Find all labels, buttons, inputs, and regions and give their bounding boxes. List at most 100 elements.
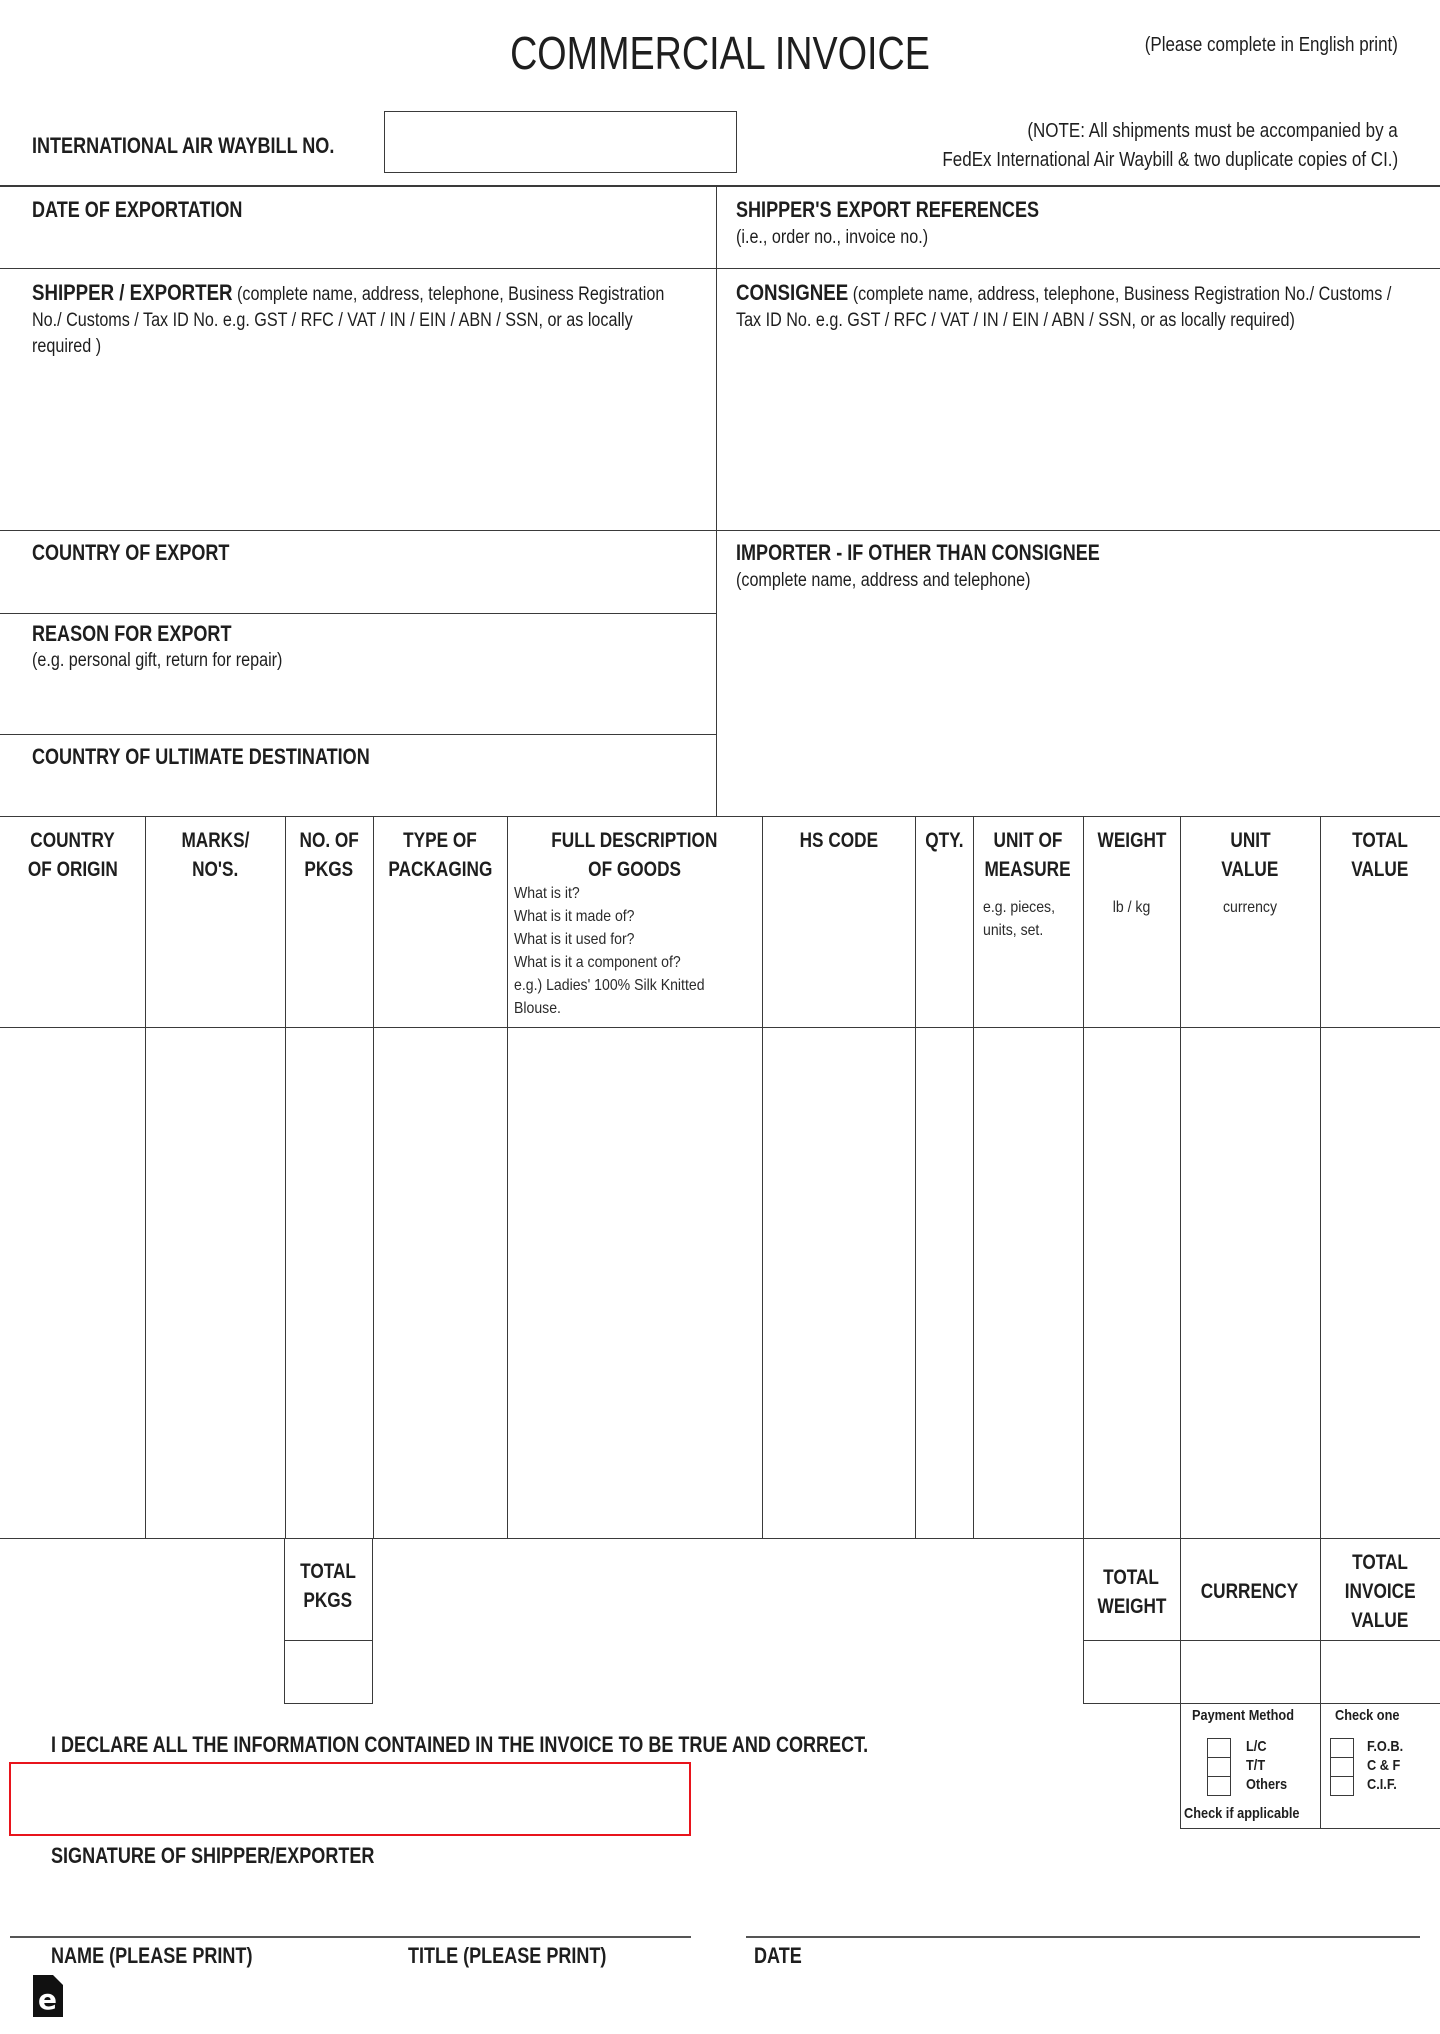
divider [1320,1538,1321,1704]
column-input[interactable] [2,1029,144,1537]
column-header-line1: WEIGHT [1097,829,1166,852]
column-header: TYPE OF PACKAGING [373,826,507,884]
column-header-line1: QTY. [924,829,964,852]
terms-cf-label: C & F [1367,1757,1401,1774]
terms-fob-label: F.O.B. [1367,1738,1404,1755]
terms-cf-checkbox[interactable] [1330,1757,1354,1777]
payment-tt-checkbox[interactable] [1207,1757,1231,1777]
total-weight-label-line1: TOTAL [1103,1566,1160,1589]
declaration-text: I DECLARE ALL THE INFORMATION CONTAINED … [51,1732,869,1757]
column-input[interactable] [975,1029,1082,1537]
currency-header: CURRENCY [1180,1538,1321,1641]
terms-cif-checkbox[interactable] [1330,1776,1354,1796]
column-input[interactable] [764,1029,914,1537]
total-invoice-value-line1: TOTAL [1352,1551,1408,1574]
column-divider [1083,816,1084,1538]
column-divider [973,816,974,1538]
column-input[interactable] [1085,1029,1179,1537]
waybill-note-line2: FedEx International Air Waybill & two du… [942,149,1398,171]
column-header-line2: PKGS [304,858,354,881]
reason-for-export-hint: (e.g. personal gift, return for repair) [32,650,283,671]
currency-label: CURRENCY [1201,1580,1299,1603]
country-of-export-field[interactable]: COUNTRY OF EXPORT [0,532,715,612]
name-title-signature-line [10,1936,691,1938]
country-of-destination-field[interactable]: COUNTRY OF ULTIMATE DESTINATION [0,736,715,815]
consignee-description: CONSIGNEE (complete name, address, telep… [736,280,1399,334]
total-pkgs-label-line2: PKGS [303,1589,353,1612]
column-header-line1: HS CODE [799,829,878,852]
column-divider [507,816,508,1538]
shipper-export-references-hint: (i.e., order no., invoice no.) [736,227,929,248]
shipper-exporter-field[interactable]: SHIPPER / EXPORTER (complete name, addre… [0,270,715,529]
page-title: COMMERCIAL INVOICE [510,27,930,79]
payment-others-checkbox[interactable] [1207,1776,1231,1796]
column-header: COUNTRY OF ORIGIN [0,826,145,884]
column-input[interactable] [1322,1029,1439,1537]
column-input[interactable] [375,1029,506,1537]
consignee-field[interactable]: CONSIGNEE (complete name, address, telep… [718,270,1440,529]
table-top-border [0,816,1440,817]
column-header: TOTAL VALUE [1320,826,1440,884]
column-header: WEIGHT [1083,826,1180,884]
payment-others-label: Others [1246,1776,1288,1793]
column-divider [1180,816,1181,1538]
reason-for-export-field[interactable]: REASON FOR EXPORT (e.g. personal gift, r… [0,615,715,733]
column-hint: currency [1180,896,1320,919]
name-input[interactable] [10,1880,350,1934]
english-print-instruction: (Please complete in English print) [1144,34,1398,56]
total-pkgs-label-line1: TOTAL [300,1560,356,1583]
divider [0,268,1440,269]
date-signature-line [746,1936,1420,1938]
payment-lc-checkbox[interactable] [1207,1738,1231,1758]
title-input[interactable] [355,1880,691,1934]
terms-fob-checkbox[interactable] [1330,1738,1354,1758]
divider [0,734,716,735]
waybill-input[interactable] [384,111,737,173]
column-header-line2: OF ORIGIN [27,858,118,881]
terms-cif-label: C.I.F. [1367,1776,1397,1793]
payment-terms-title: Check one [1335,1707,1400,1724]
column-input[interactable] [147,1029,284,1537]
column-header-line2: PACKAGING [388,858,492,881]
column-hint-line: What is it made of? [514,908,635,925]
column-hint-line: What is it a component of? [514,954,681,971]
column-hint-line: currency [1222,899,1277,916]
column-header: NO. OF PKGS [285,826,373,884]
signature-input[interactable] [9,1762,691,1836]
consignee-label: CONSIGNEE [736,280,849,305]
total-pkgs-header: TOTAL PKGS [284,1538,373,1641]
shipper-export-references-field[interactable]: SHIPPER'S EXPORT REFERENCES (i.e., order… [718,187,1440,267]
column-header: MARKS/NO'S. [145,826,285,884]
currency-input[interactable] [1180,1640,1321,1704]
column-input[interactable] [1182,1029,1319,1537]
total-weight-input[interactable] [1083,1640,1181,1704]
column-header-line1: FULL DESCRIPTION [551,829,718,852]
date-input[interactable] [746,1880,1420,1934]
column-header-line1: TYPE OF [403,829,477,852]
column-header-line1: MARKS/ [181,829,249,852]
country-of-destination-label: COUNTRY OF ULTIMATE DESTINATION [32,744,370,769]
column-input[interactable] [917,1029,972,1537]
payment-method-footer: Check if applicable [1184,1805,1300,1822]
column-divider [373,816,374,1538]
name-label: NAME (PLEASE PRINT) [51,1943,253,1968]
total-weight-label-line2: WEIGHT [1097,1595,1166,1618]
column-hint: lb / kg [1083,896,1180,919]
column-input[interactable] [287,1029,372,1537]
payment-lc-label: L/C [1246,1738,1267,1755]
waybill-note-line1: (NOTE: All shipments must be accompanied… [1027,120,1398,142]
total-invoice-value-line3: VALUE [1351,1609,1409,1632]
column-hint: e.g. pieces, units, set. [983,896,1065,942]
importer-field[interactable]: IMPORTER - IF OTHER THAN CONSIGNEE (comp… [718,532,1440,815]
date-label: DATE [754,1943,802,1968]
column-header: UNIT OF MEASURE [973,826,1083,884]
column-hint-line: e.g.) Ladies' 100% Silk Knitted [514,977,705,994]
column-header-line1: NO. OF [299,829,359,852]
total-pkgs-input[interactable] [284,1640,373,1704]
column-header-line1: UNIT OF [993,829,1063,852]
signature-label: SIGNATURE OF SHIPPER/EXPORTER [51,1843,375,1868]
total-invoice-value-input[interactable] [1320,1640,1440,1704]
date-of-exportation-field[interactable]: DATE OF EXPORTATION [0,187,715,267]
divider [0,613,716,614]
column-input[interactable] [509,1029,761,1537]
